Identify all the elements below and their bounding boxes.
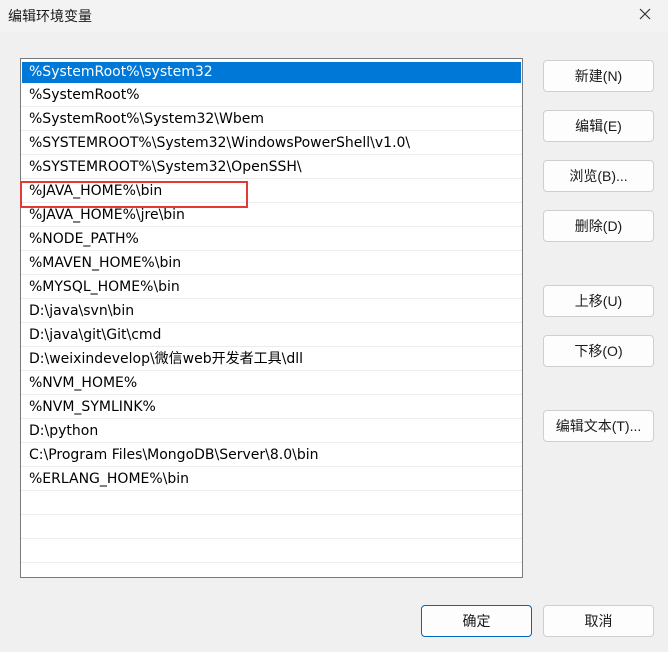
path-list-item[interactable]: %SYSTEMROOT%\System32\OpenSSH\ xyxy=(21,155,522,179)
path-list-item[interactable]: %JAVA_HOME%\jre\bin xyxy=(21,203,522,227)
path-list-empty-row[interactable] xyxy=(21,563,522,577)
path-list-empty-row[interactable] xyxy=(21,515,522,539)
path-list-item[interactable]: C:\Program Files\MongoDB\Server\8.0\bin xyxy=(21,443,522,467)
ok-button[interactable]: 确定 xyxy=(421,605,532,637)
delete-button[interactable]: 删除(D) xyxy=(543,210,654,242)
title-bar: 编辑环境变量 xyxy=(0,0,668,32)
path-list-empty-row[interactable] xyxy=(21,539,522,563)
browse-button[interactable]: 浏览(B)... xyxy=(543,160,654,192)
path-list-item[interactable]: %SystemRoot% xyxy=(21,83,522,107)
window-title: 编辑环境变量 xyxy=(8,9,92,25)
move-down-button[interactable]: 下移(O) xyxy=(543,335,654,367)
path-list-item[interactable]: %MYSQL_HOME%\bin xyxy=(21,275,522,299)
new-button[interactable]: 新建(N) xyxy=(543,60,654,92)
path-list-item[interactable]: %NVM_SYMLINK% xyxy=(21,395,522,419)
path-list-item[interactable]: %ERLANG_HOME%\bin xyxy=(21,467,522,491)
path-list-item[interactable]: %MAVEN_HOME%\bin xyxy=(21,251,522,275)
path-list-item[interactable]: %SYSTEMROOT%\System32\WindowsPowerShell\… xyxy=(21,131,522,155)
path-list-item[interactable]: D:\weixindevelop\微信web开发者工具\dll xyxy=(21,347,522,371)
path-list-item[interactable]: %NVM_HOME% xyxy=(21,371,522,395)
path-list-item[interactable]: %SystemRoot%\System32\Wbem xyxy=(21,107,522,131)
path-list-item[interactable]: D:\python xyxy=(21,419,522,443)
path-list-item[interactable]: %SystemRoot%\system32 xyxy=(22,62,521,83)
path-list-item[interactable]: D:\java\git\Git\cmd xyxy=(21,323,522,347)
path-list[interactable]: %SystemRoot%\system32 %SystemRoot% %System… xyxy=(20,58,523,578)
path-list-item[interactable]: D:\java\svn\bin xyxy=(21,299,522,323)
edit-text-button[interactable]: 编辑文本(T)... xyxy=(543,410,654,442)
cancel-button[interactable]: 取消 xyxy=(543,605,654,637)
path-list-empty-row[interactable] xyxy=(21,491,522,515)
move-up-button[interactable]: 上移(U) xyxy=(543,285,654,317)
close-button[interactable] xyxy=(622,0,668,32)
path-list-item[interactable]: %JAVA_HOME%\bin xyxy=(21,179,522,203)
close-icon xyxy=(639,8,651,24)
path-list-item[interactable]: %NODE_PATH% xyxy=(21,227,522,251)
edit-button[interactable]: 编辑(E) xyxy=(543,110,654,142)
